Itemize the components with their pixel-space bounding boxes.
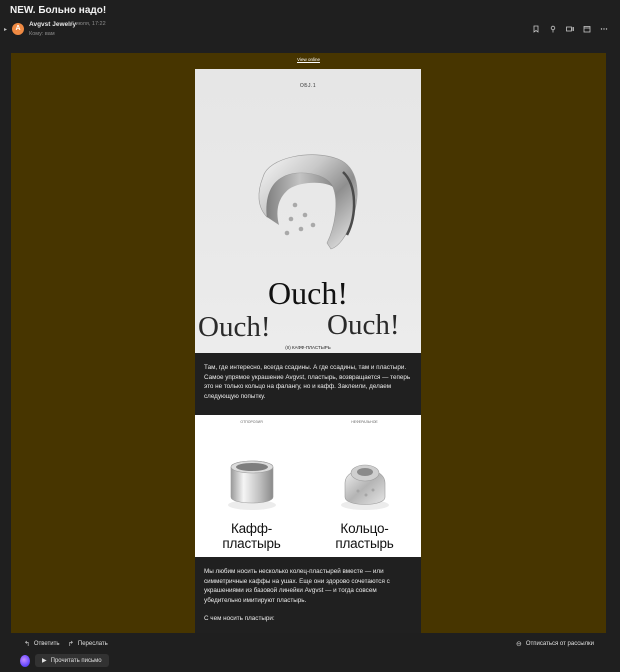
sender-date: 6 июля, 17:22 xyxy=(71,21,106,27)
read-letter-button[interactable]: ▶ Прочитать письмо xyxy=(35,654,109,667)
ring-image xyxy=(341,464,389,510)
product-tag: НЕФЕРАЛЬНОЕ xyxy=(351,420,378,424)
hero-caption: (II) КАФФ-ПЛАСТЫРЬ xyxy=(285,345,331,350)
product-title: Кафф- пластырь xyxy=(222,521,281,551)
product-cuff[interactable]: ОТПОРОЗИЯ Кафф- пластырь xyxy=(195,415,308,557)
avatar[interactable]: A xyxy=(12,23,24,35)
pin-icon[interactable] xyxy=(549,25,557,33)
cuff-image xyxy=(228,460,276,510)
more-icon[interactable] xyxy=(600,25,608,33)
email-card: ОБJ.1 Ouch! Ouch! Ouch! (II) КАФФ-ПЛАСТЫ… xyxy=(195,69,421,633)
product-tag: ОТПОРОЗИЯ xyxy=(240,420,263,424)
assistant-icon[interactable] xyxy=(20,654,30,667)
email-actions-bar: ↰ Ответить ↱ Переслать ⊖ Отписаться от р… xyxy=(0,633,620,672)
reply-icon: ↰ xyxy=(24,641,30,648)
ouch-headline: Ouch! xyxy=(268,275,348,311)
sender-name[interactable]: Avgvst Jewelry xyxy=(29,21,76,28)
view-online-link[interactable]: View online xyxy=(11,57,606,62)
play-icon: ▶ xyxy=(42,658,47,664)
video-icon[interactable] xyxy=(566,25,574,33)
hero-section: ОБJ.1 Ouch! Ouch! Ouch! (II) КАФФ-ПЛАСТЫ… xyxy=(195,69,421,353)
unsubscribe-button[interactable]: ⊖ Отписаться от рассылки xyxy=(516,640,594,648)
collapse-arrow-icon[interactable]: ▸ xyxy=(4,26,7,33)
products-section: ОТПОРОЗИЯ Кафф- пластырь НЕФЕРАЛЬНОЕ Кол… xyxy=(195,415,421,557)
email-subject: NEW. Больно надо! xyxy=(10,5,107,16)
intro-paragraph: Там, где интересно, всегда ссадины. А гд… xyxy=(195,353,421,415)
forward-button[interactable]: ↱ Переслать xyxy=(68,640,108,648)
recipient[interactable]: Кому: вам xyxy=(29,31,55,37)
forward-icon: ↱ xyxy=(68,641,74,648)
ouch-right-text: Ouch! xyxy=(327,309,400,341)
sender-header: ▸ A Avgvst Jewelry 6 июля, 17:22 Кому: в… xyxy=(0,17,620,45)
product-title: Кольцо- пластырь xyxy=(335,521,394,551)
email-toolbar xyxy=(532,25,608,33)
cuff-ring-image xyxy=(258,154,358,250)
calendar-icon[interactable] xyxy=(583,25,591,33)
unsubscribe-icon: ⊖ xyxy=(516,641,522,648)
ouch-left-text: Ouch! xyxy=(198,311,271,343)
hero-tag: ОБJ.1 xyxy=(299,83,317,89)
email-body-frame: View online ОБJ.1 Ouch! Ouch! Ouch! (II)… xyxy=(11,53,606,633)
read-letter-row: ▶ Прочитать письмо xyxy=(20,654,109,667)
reply-button[interactable]: ↰ Ответить xyxy=(24,640,60,648)
body-paragraph: Мы любим носить несколько колец-пластыре… xyxy=(195,557,421,633)
product-ring[interactable]: НЕФЕРАЛЬНОЕ Кольцо- пластырь xyxy=(308,415,421,557)
bookmark-icon[interactable] xyxy=(532,25,540,33)
